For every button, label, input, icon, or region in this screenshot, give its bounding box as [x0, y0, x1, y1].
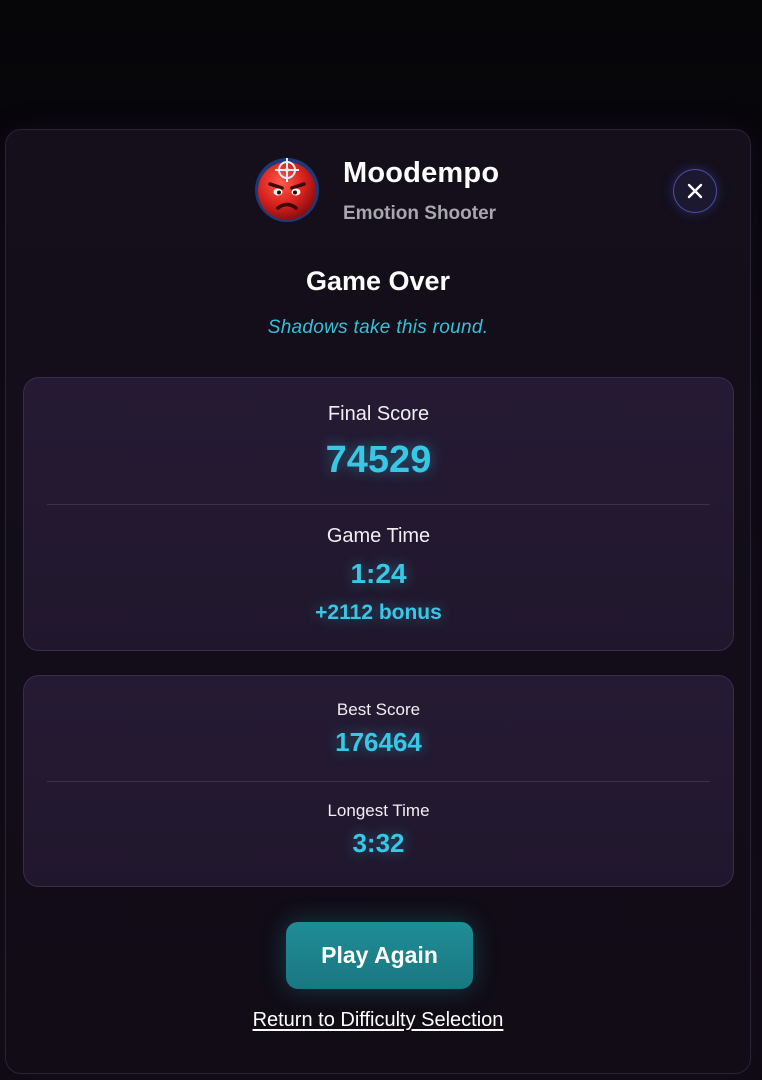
records-panel: Best Score 176464 Longest Time 3:32 [23, 675, 734, 887]
divider [47, 504, 710, 505]
play-again-button[interactable]: Play Again [286, 922, 473, 989]
game-over-dialog: Moodempo Emotion Shooter Game Over Shado… [5, 129, 751, 1074]
dialog-header: Moodempo Emotion Shooter [6, 130, 750, 240]
result-tagline: Shadows take this round. [267, 317, 489, 338]
current-run-panel: Final Score 74529 Game Time 1:24 +2112 b… [23, 377, 734, 651]
final-score-value: 74529 [325, 439, 432, 481]
close-button[interactable] [673, 169, 717, 213]
divider [47, 781, 710, 782]
return-to-difficulty-link[interactable]: Return to Difficulty Selection [6, 1009, 750, 1032]
longest-time-value: 3:32 [352, 828, 405, 858]
game-over-heading: Game Over [305, 266, 451, 296]
best-score-value: 176464 [335, 727, 422, 757]
game-time-label: Game Time [326, 525, 431, 547]
final-score-label: Final Score [327, 403, 430, 425]
close-icon [687, 183, 703, 199]
app-title: Moodempo [343, 157, 500, 189]
angry-face-crosshair-icon [254, 157, 320, 223]
app-subtitle: Emotion Shooter [343, 203, 497, 224]
longest-time-label: Longest Time [327, 801, 430, 820]
bonus-value: +2112 bonus [315, 601, 442, 624]
best-score-label: Best Score [336, 700, 421, 719]
game-time-value: 1:24 [350, 558, 407, 589]
